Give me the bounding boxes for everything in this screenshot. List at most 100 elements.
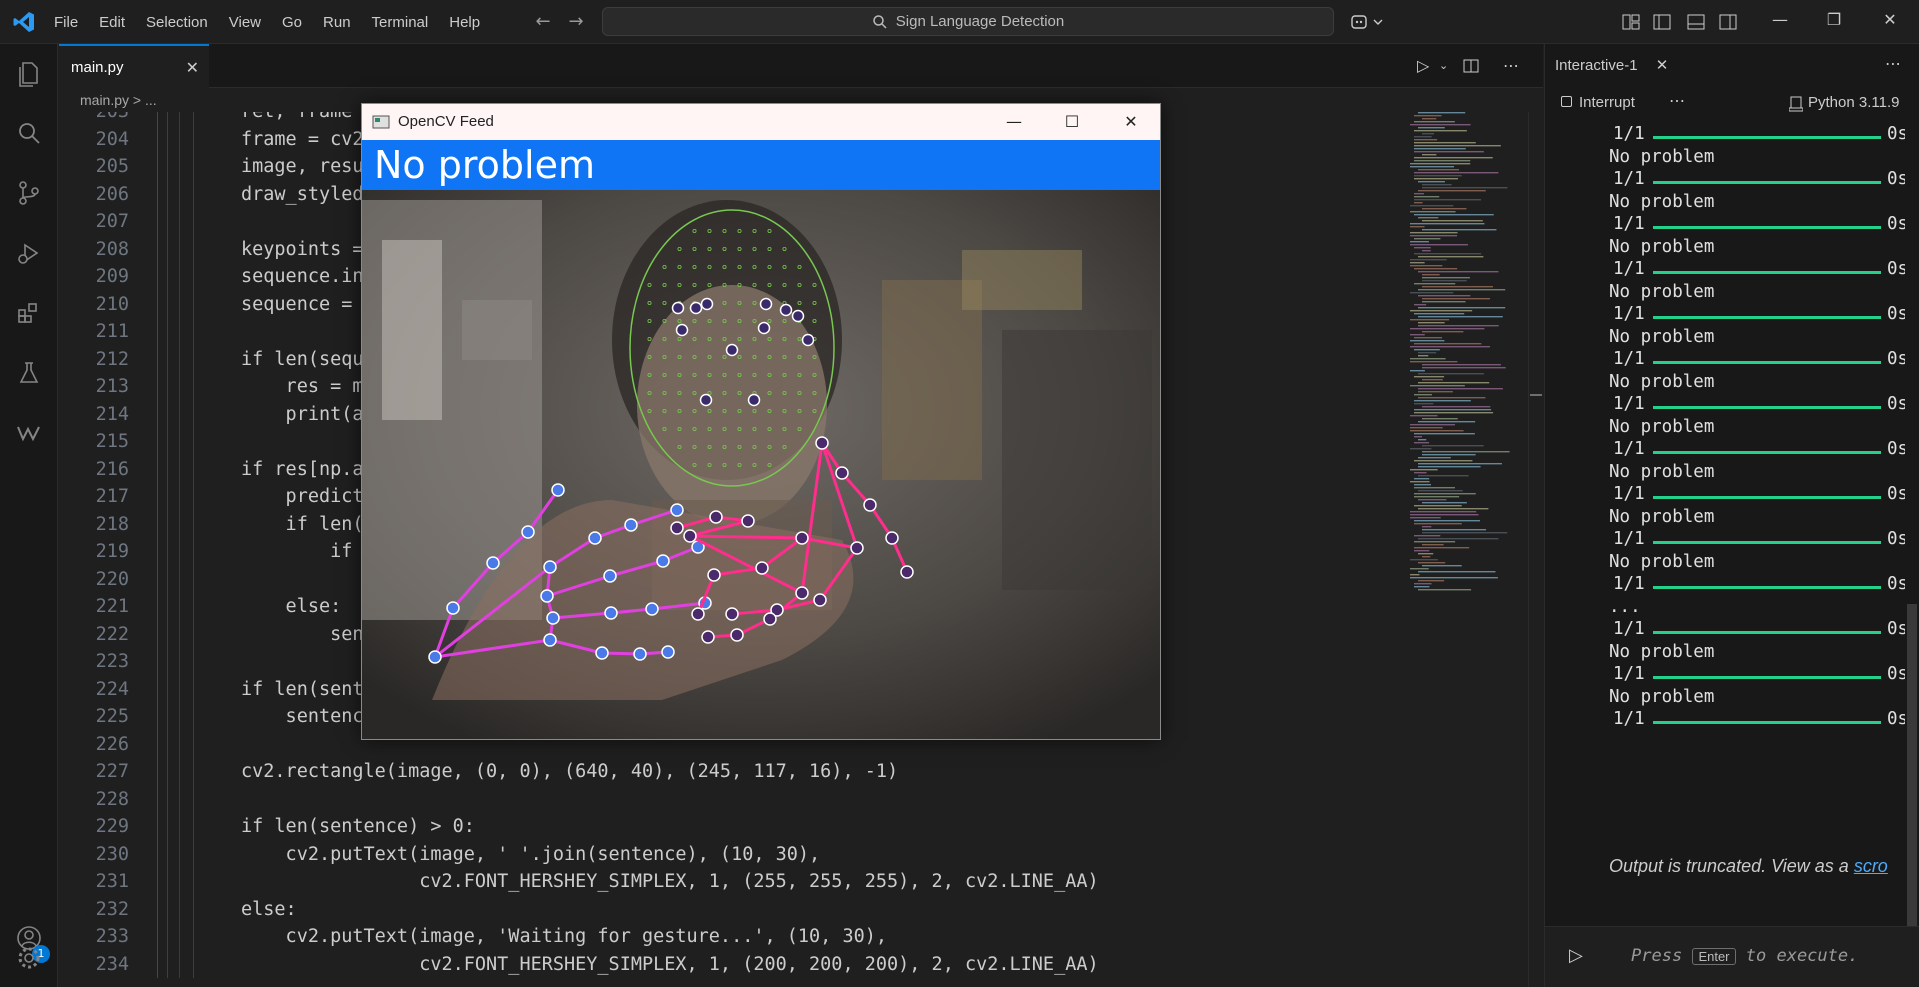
indent-guide — [157, 428, 158, 456]
menu-help[interactable]: Help — [449, 14, 480, 31]
indent-guide — [157, 840, 158, 868]
maximize-window-icon[interactable]: ☐ — [1060, 110, 1084, 134]
code-line[interactable]: 228 — [59, 785, 1399, 813]
line-number: 224 — [95, 678, 129, 700]
minimap-line — [1418, 127, 1445, 129]
opencv-window[interactable]: OpenCV Feed — ☐ ✕ No problem — [361, 103, 1161, 740]
line-number: 215 — [95, 431, 129, 452]
line-number: 219 — [95, 541, 129, 562]
code-line[interactable]: 230 cv2.putText(image, ' '.join(sentence… — [59, 840, 1399, 868]
minimap-line — [1418, 580, 1445, 582]
indent-guide — [167, 112, 168, 126]
remote-explorer-icon[interactable] — [15, 419, 43, 447]
line-code: if len(sentence) > 0: — [241, 816, 475, 837]
close-icon[interactable]: ✕ — [1656, 57, 1669, 74]
minimap-line — [1414, 142, 1476, 144]
indent-guide — [179, 730, 180, 758]
forward-arrow-icon[interactable]: → — [565, 11, 587, 33]
indent-guide — [167, 895, 168, 923]
code-line[interactable]: 233 cv2.putText(image, 'Waiting for gest… — [59, 923, 1399, 951]
hand-landmark — [428, 650, 442, 664]
minimize-window-icon[interactable]: — — [1002, 110, 1026, 134]
extensions-icon[interactable] — [15, 299, 43, 327]
menu-terminal[interactable]: Terminal — [372, 14, 429, 31]
progress-time: 0s — [1887, 709, 1905, 729]
line-code: else: — [241, 596, 342, 617]
indent-guide — [179, 868, 180, 896]
minimize-window-icon[interactable]: — — [1768, 10, 1792, 29]
indent-guide — [157, 345, 158, 373]
close-window-icon[interactable]: ✕ — [1119, 110, 1143, 134]
progress-bar — [1653, 496, 1881, 499]
indent-guide — [179, 483, 180, 511]
code-line[interactable]: 227 cv2.rectangle(image, (0, 0), (640, 40… — [59, 758, 1399, 786]
breadcrumb[interactable]: main.py > ... — [80, 92, 157, 108]
toggle-primary-sidebar-icon[interactable] — [1652, 12, 1672, 32]
interactive-input[interactable]: ▷ Press Enter to execute. — [1545, 926, 1919, 987]
opencv-title-bar[interactable]: OpenCV Feed — ☐ ✕ — [362, 104, 1160, 140]
minimap[interactable] — [1408, 112, 1528, 612]
minimap-line — [1422, 133, 1435, 135]
minimap-line — [1410, 205, 1454, 207]
minimap-line — [1414, 586, 1430, 588]
chevron-down-icon[interactable]: ⌄ — [1439, 59, 1448, 72]
indent-guide — [179, 235, 180, 263]
hand-landmark — [900, 565, 914, 579]
hand-landmark — [835, 466, 849, 480]
minimap-line — [1422, 277, 1470, 279]
kernel-selector[interactable]: Python 3.11.9 — [1808, 94, 1899, 111]
explorer-icon[interactable] — [15, 59, 43, 87]
settings-gear-icon[interactable] — [15, 944, 43, 972]
testing-icon[interactable] — [15, 359, 43, 387]
restore-window-icon[interactable]: ❐ — [1822, 10, 1846, 29]
search-view-icon[interactable] — [15, 119, 43, 147]
more-actions-icon[interactable]: ⋯ — [1885, 54, 1901, 73]
search-icon — [873, 14, 887, 29]
source-control-icon[interactable] — [15, 179, 43, 207]
line-code: if — [241, 541, 353, 562]
close-window-icon[interactable]: ✕ — [1878, 10, 1902, 29]
minimap-line — [1414, 175, 1462, 177]
tab-interactive[interactable]: Interactive-1 ✕ — [1555, 44, 1668, 88]
line-code: if len( — [241, 513, 364, 535]
toggle-secondary-sidebar-icon[interactable] — [1718, 12, 1738, 32]
line-code: frame = cv2 — [241, 128, 364, 150]
menu-file[interactable]: File — [54, 14, 78, 31]
menu-view[interactable]: View — [229, 14, 261, 31]
back-arrow-icon[interactable]: ← — [532, 11, 554, 33]
tab-main-py[interactable]: main.py ✕ — [59, 44, 209, 88]
indent-guide — [167, 675, 168, 703]
minimap-line — [1418, 439, 1427, 441]
minimap-line — [1414, 283, 1456, 285]
pose-landmark — [747, 393, 761, 407]
progress-bar — [1653, 136, 1881, 139]
more-actions-icon[interactable]: ⋯ — [1669, 91, 1685, 111]
hand-landmark — [755, 561, 769, 575]
toggle-panel-icon[interactable] — [1686, 12, 1706, 32]
menu-edit[interactable]: Edit — [99, 14, 125, 31]
pose-landmark — [725, 343, 739, 357]
command-center-search[interactable]: Sign Language Detection — [602, 7, 1334, 36]
copilot-icon[interactable] — [1350, 12, 1384, 32]
code-line[interactable]: 234 cv2.FONT_HERSHEY_SIMPLEX, 1, (200, 2… — [59, 950, 1399, 978]
menu-go[interactable]: Go — [282, 14, 302, 31]
hand-landmark — [691, 607, 705, 621]
run-file-icon[interactable]: ▷ — [1417, 56, 1429, 75]
split-editor-icon[interactable] — [1463, 58, 1479, 74]
interrupt-button[interactable]: Interrupt — [1579, 94, 1635, 111]
close-icon[interactable]: ✕ — [186, 58, 199, 78]
code-line[interactable]: 229 if len(sentence) > 0: — [59, 813, 1399, 841]
execute-icon[interactable]: ▷ — [1569, 945, 1583, 966]
editor-scrollbar[interactable] — [1528, 112, 1542, 987]
code-line[interactable]: 231 cv2.FONT_HERSHEY_SIMPLEX, 1, (255, 2… — [59, 868, 1399, 896]
minimap-line — [1422, 502, 1467, 504]
scrollable-link[interactable]: scro — [1854, 856, 1888, 876]
minimap-line — [1422, 379, 1443, 381]
more-actions-icon[interactable]: ⋯ — [1503, 56, 1519, 75]
menu-selection[interactable]: Selection — [146, 14, 208, 31]
minimap-line — [1410, 577, 1498, 579]
code-line[interactable]: 232 else: — [59, 895, 1399, 923]
run-debug-icon[interactable] — [15, 239, 43, 267]
menu-run[interactable]: Run — [323, 14, 351, 31]
customize-layout-icon[interactable] — [1621, 12, 1641, 32]
